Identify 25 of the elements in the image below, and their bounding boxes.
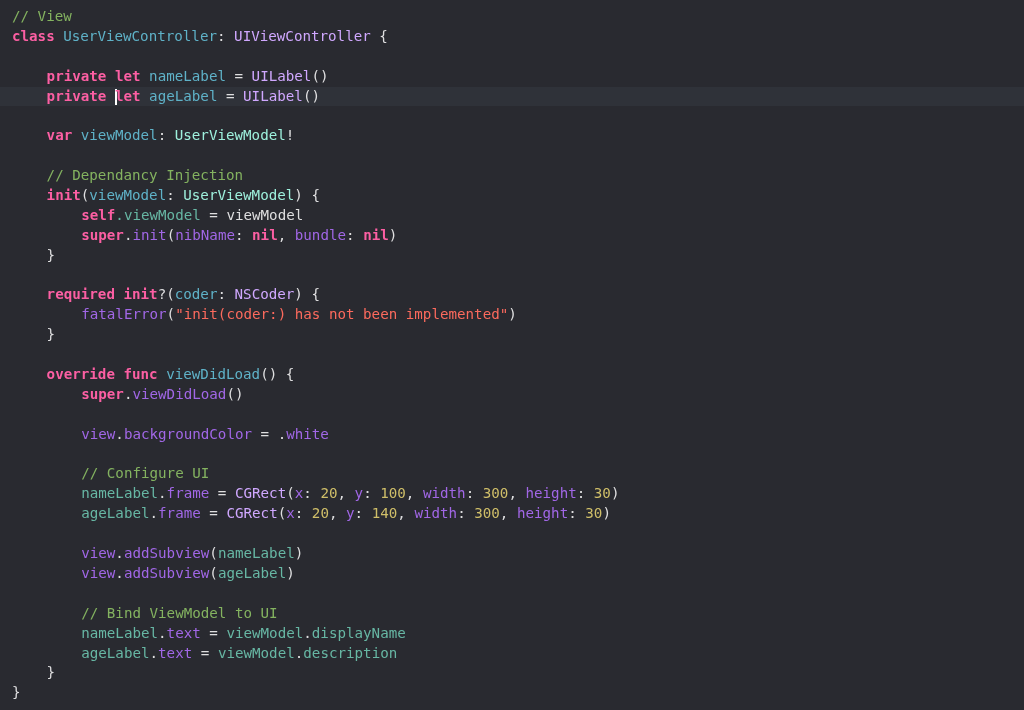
code-line: nameLabel.frame = CGRect(x: 20, y: 100, width: 300, height: 30): [81, 484, 620, 504]
code-comment: // Bind ViewModel to UI: [81, 603, 278, 623]
code-line: self.viewModel = viewModel: [81, 205, 304, 225]
code-line: }: [46, 325, 56, 345]
code-line: required init?(coder: NSCoder) {: [46, 285, 320, 305]
code-line: var viewModel: UserViewModel!: [46, 126, 295, 146]
code-comment: // Configure UI: [81, 464, 210, 484]
code-line: super.viewDidLoad(): [81, 384, 244, 404]
code-line: ageLabel.frame = CGRect(x: 20, y: 140, width: 300, height: 30): [81, 504, 611, 524]
code-line: view.backgroundColor = .white: [81, 424, 329, 444]
code-line: view.addSubview(ageLabel): [81, 563, 295, 583]
code-comment: // View: [12, 7, 72, 26]
code-line: ageLabel.text = viewModel.description: [81, 643, 398, 663]
code-line: }: [46, 663, 56, 683]
code-line: override func viewDidLoad() {: [46, 365, 295, 385]
code-line: fatalError("init(coder:) has not been implemented"): [81, 305, 517, 325]
code-line: }: [46, 245, 56, 265]
code-line: view.addSubview(nameLabel): [81, 544, 304, 564]
code-line: nameLabel.text = viewModel.displayName: [81, 623, 406, 643]
code-line: init(viewModel: UserViewModel) {: [46, 186, 320, 205]
code-line: private let nameLabel = UILabel(): [46, 66, 329, 86]
code-line: }: [12, 683, 21, 703]
code-line: super.init(nibName: nil, bundle: nil): [81, 225, 398, 245]
code-comment: // Dependancy Injection: [46, 166, 244, 186]
code-line: class UserViewController: UIViewController {: [12, 26, 388, 46]
